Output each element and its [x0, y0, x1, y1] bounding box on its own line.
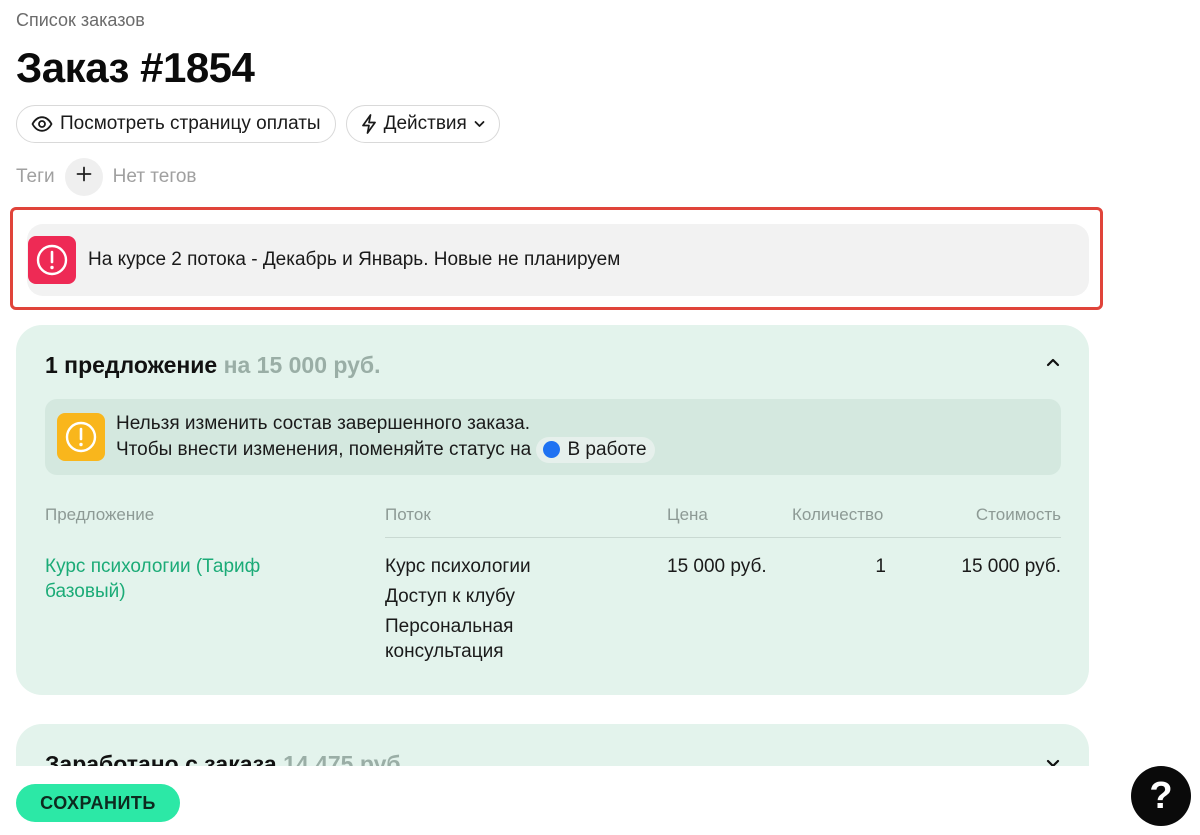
stream-item: Доступ к клубу [385, 586, 516, 607]
actions-row: Посмотреть страницу оплаты Действия [16, 105, 500, 143]
view-payment-page-button[interactable]: Посмотреть страницу оплаты [16, 105, 336, 143]
add-tag-button[interactable] [64, 158, 103, 196]
tags-row: Теги Нет тегов [16, 158, 197, 196]
column-header-cost: Стоимость [975, 505, 1061, 524]
offers-amount: на 15 000 руб. [223, 352, 381, 378]
offers-count: 1 предложение [45, 352, 218, 378]
table-divider [385, 537, 1061, 538]
lightning-icon [361, 114, 377, 134]
notice-text: На курсе 2 потока - Декабрь и Январь. Но… [88, 249, 621, 270]
warning-icon [57, 413, 105, 461]
column-header-stream: Поток [385, 505, 431, 524]
column-header-price: Цена [667, 505, 708, 524]
offers-section: 1 предложение на 15 000 руб. Нельзя изме… [16, 325, 1089, 695]
tags-label: Теги [16, 166, 55, 187]
actions-dropdown-label: Действия [383, 113, 467, 134]
offer-link[interactable]: Курс психологии (Тариф базовый) [45, 554, 295, 604]
page-title: Заказ #1854 [16, 44, 255, 91]
column-header-quantity: Количество [792, 505, 884, 524]
bottom-action-bar: СОХРАНИТЬ ? [0, 766, 1200, 835]
cost-cell: 15 000 руб. [961, 556, 1061, 577]
warning-text: Нельзя изменить состав завершенного зака… [116, 411, 655, 463]
chevron-up-icon [1046, 354, 1060, 372]
stream-item: Персональная консультация [385, 616, 514, 662]
quantity-cell: 1 [875, 556, 886, 577]
offers-section-title: 1 предложение на 15 000 руб. [45, 352, 381, 379]
locked-order-warning: Нельзя изменить состав завершенного зака… [45, 399, 1061, 475]
status-chip-in-progress[interactable]: В работе [536, 436, 655, 463]
save-button[interactable]: СОХРАНИТЬ [16, 784, 180, 822]
order-notice: На курсе 2 потока - Декабрь и Январь. Но… [27, 224, 1089, 296]
status-dot-icon [543, 441, 561, 459]
price-cell: 15 000 руб. [667, 556, 767, 577]
plus-icon [76, 166, 92, 188]
eye-icon [31, 116, 53, 132]
warning-line-2: Чтобы внести изменения, поменяйте статус… [116, 436, 655, 463]
alert-icon [28, 236, 76, 284]
chevron-down-icon [474, 120, 485, 128]
stream-item: Курс психологии [385, 556, 531, 577]
breadcrumb[interactable]: Список заказов [16, 10, 145, 31]
collapse-offers-button[interactable] [1041, 351, 1065, 375]
stream-list: Курс психологии Доступ к клубу Персональ… [385, 554, 615, 669]
tags-empty-text: Нет тегов [112, 166, 197, 187]
status-chip-label: В работе [567, 438, 647, 460]
help-button[interactable]: ? [1131, 766, 1191, 826]
view-payment-page-label: Посмотреть страницу оплаты [60, 113, 321, 134]
actions-dropdown-button[interactable]: Действия [345, 105, 500, 143]
warning-line-1: Нельзя изменить состав завершенного зака… [116, 412, 531, 434]
column-header-offer: Предложение [45, 505, 155, 524]
